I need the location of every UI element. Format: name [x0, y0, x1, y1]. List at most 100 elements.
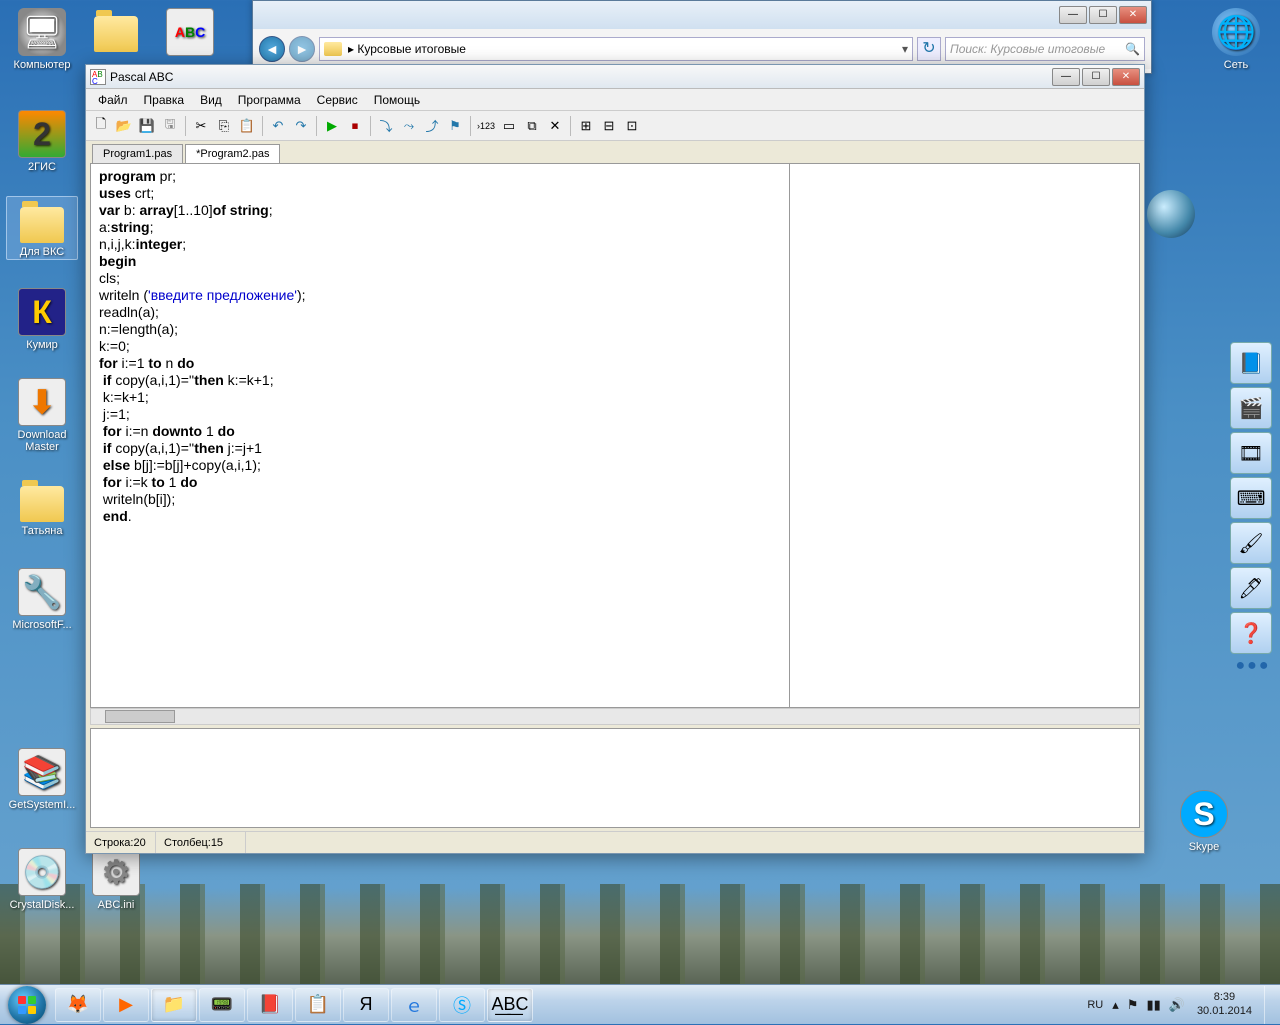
breadcrumb-text: Курсовые итоговые [357, 42, 466, 56]
menu-Вид[interactable]: Вид [192, 91, 230, 109]
search-input[interactable]: Поиск: Курсовые итоговые 🔍 [945, 37, 1145, 61]
icon-label: CrystalDisk... [6, 898, 78, 912]
start-button[interactable] [0, 985, 54, 1025]
status-line-label: Строка: [94, 837, 133, 849]
kumir-icon: К [18, 288, 66, 336]
menu-Сервис[interactable]: Сервис [309, 91, 366, 109]
breadcrumb[interactable]: ▸ Курсовые итоговые ▾ [319, 37, 913, 61]
desktop-icon-Download Master[interactable]: ⬇Download Master [6, 376, 78, 454]
save-icon[interactable]: 💾 [136, 115, 158, 137]
watch-icon[interactable]: ›123 [475, 115, 497, 137]
taskbar-calc[interactable]: 📟 [199, 988, 245, 1022]
refresh-button[interactable]: ↻ [917, 37, 941, 61]
editor-area: program pr;uses crt;var b: array[1..10]o… [90, 163, 1140, 708]
open-icon[interactable]: 📂 [113, 115, 135, 137]
language-indicator[interactable]: RU [1082, 996, 1108, 1014]
deskband-button-4[interactable]: 🖌 [1230, 522, 1272, 564]
tray-network-icon[interactable]: ▮▮ [1142, 997, 1164, 1013]
new-icon[interactable]: 🗋 [90, 115, 112, 137]
desktop-icon-folder[interactable] [80, 6, 152, 56]
tray-volume-icon[interactable]: 🔊 [1165, 997, 1189, 1013]
desktop-icon-Для ВКС[interactable]: Для ВКС [6, 196, 78, 260]
close-tab-icon[interactable]: ✕ [544, 115, 566, 137]
breakpoint-icon[interactable]: ⚑ [444, 115, 466, 137]
step-into-icon[interactable]: ⤵ [375, 115, 397, 137]
output-panel[interactable] [90, 728, 1140, 828]
search-icon: 🔍 [1125, 42, 1140, 56]
tab-*Program2.pas[interactable]: *Program2.pas [185, 144, 280, 163]
editor-tabs: Program1.pas*Program2.pas [86, 141, 1144, 163]
desktop-icon-abc[interactable]: ABC [154, 6, 226, 60]
app-icon: ABC [90, 69, 106, 85]
minimize-button[interactable]: — [1059, 6, 1087, 24]
copy-icon[interactable]: ⎘ [213, 115, 235, 137]
desktop-icon-Skype[interactable]: SSkype [1168, 788, 1240, 854]
desktop-icon-Компьютер[interactable]: 🖥Компьютер [6, 6, 78, 72]
icon-label: ABC.ini [80, 898, 152, 912]
deskband-button-2[interactable]: 🎞 [1230, 432, 1272, 474]
desktop-icon-ABC.ini[interactable]: ⚙ABC.ini [80, 846, 152, 912]
taskbar-smart[interactable]: 📋 [295, 988, 341, 1022]
code-editor[interactable]: program pr;uses crt;var b: array[1..10]o… [91, 164, 789, 707]
desktop-icon-Кумир[interactable]: ККумир [6, 286, 78, 352]
panel3-icon[interactable]: ⊡ [621, 115, 643, 137]
run-icon[interactable]: ▶ [321, 115, 343, 137]
taskbar-yandex[interactable]: Я [343, 988, 389, 1022]
menu-Правка[interactable]: Правка [136, 91, 193, 109]
taskbar-skype[interactable]: Ⓢ [439, 988, 485, 1022]
maximize-button[interactable]: ☐ [1082, 68, 1110, 86]
icon-label: GetSystemI... [6, 798, 78, 812]
window2-icon[interactable]: ⧉ [521, 115, 543, 137]
undo-icon[interactable]: ↶ [267, 115, 289, 137]
taskbar-pascal[interactable]: A͟B͟C [487, 988, 533, 1022]
menu-Файл[interactable]: Файл [90, 91, 136, 109]
show-desktop-button[interactable] [1264, 986, 1274, 1024]
stop-icon[interactable]: ⏹ [344, 115, 366, 137]
step-out-icon[interactable]: ⤴ [421, 115, 443, 137]
deskband-button-0[interactable]: 📘 [1230, 342, 1272, 384]
desktop-icon-GetSystemI...[interactable]: 📚GetSystemI... [6, 746, 78, 812]
redo-icon[interactable]: ↷ [290, 115, 312, 137]
2gis-icon: 2 [18, 110, 66, 158]
horizontal-scrollbar[interactable] [90, 708, 1140, 725]
close-button[interactable]: ✕ [1119, 6, 1147, 24]
panel2-icon[interactable]: ⊟ [598, 115, 620, 137]
deskband-more[interactable]: ●●● [1230, 657, 1276, 675]
desktop-icon-Татьяна[interactable]: Татьяна [6, 476, 78, 538]
explorer-window: — ☐ ✕ ◄ ► ▸ Курсовые итоговые ▾ ↻ Поиск:… [252, 0, 1152, 74]
explorer-titlebar[interactable]: — ☐ ✕ [253, 1, 1151, 29]
pascal-titlebar[interactable]: ABC Pascal ABC — ☐ ✕ [86, 65, 1144, 89]
panel1-icon[interactable]: ⊞ [575, 115, 597, 137]
deskband-button-1[interactable]: 🎬 [1230, 387, 1272, 429]
maximize-button[interactable]: ☐ [1089, 6, 1117, 24]
close-button[interactable]: ✕ [1112, 68, 1140, 86]
paste-icon[interactable]: 📋 [236, 115, 258, 137]
back-button[interactable]: ◄ [259, 36, 285, 62]
desktop-icon-2ГИС[interactable]: 22ГИС [6, 108, 78, 174]
folder-icon [324, 42, 342, 56]
taskbar-ie[interactable]: ｅ [391, 988, 437, 1022]
tray-arrow-icon[interactable]: ▴ [1108, 997, 1123, 1013]
deskband-button-3[interactable]: ⌨ [1230, 477, 1272, 519]
saveall-icon[interactable]: 🖫 [159, 115, 181, 137]
deskband-button-5[interactable]: 🖊 [1230, 567, 1272, 609]
taskbar-media[interactable]: ▶ [103, 988, 149, 1022]
forward-button[interactable]: ► [289, 36, 315, 62]
minimize-button[interactable]: — [1052, 68, 1080, 86]
clock[interactable]: 8:39 30.01.2014 [1189, 991, 1260, 1017]
taskbar-explorer[interactable]: 📁 [151, 988, 197, 1022]
taskbar-pdf[interactable]: 📕 [247, 988, 293, 1022]
desktop-icon-CrystalDisk...[interactable]: 💿CrystalDisk... [6, 846, 78, 912]
folder-icon [94, 16, 138, 52]
desktop-icon-Сеть[interactable]: 🌐Сеть [1200, 6, 1272, 72]
menu-Программа[interactable]: Программа [230, 91, 309, 109]
menu-Помощь[interactable]: Помощь [366, 91, 428, 109]
tray-action-icon[interactable]: ⚑ [1123, 997, 1143, 1013]
desktop-icon-MicrosoftF...[interactable]: 🔧MicrosoftF... [6, 566, 78, 632]
cut-icon[interactable]: ✂ [190, 115, 212, 137]
deskband-button-6[interactable]: ❓ [1230, 612, 1272, 654]
taskbar-firefox[interactable]: 🦊 [55, 988, 101, 1022]
step-over-icon[interactable]: ⤳ [398, 115, 420, 137]
tab-Program1.pas[interactable]: Program1.pas [92, 144, 183, 163]
window1-icon[interactable]: ▭ [498, 115, 520, 137]
